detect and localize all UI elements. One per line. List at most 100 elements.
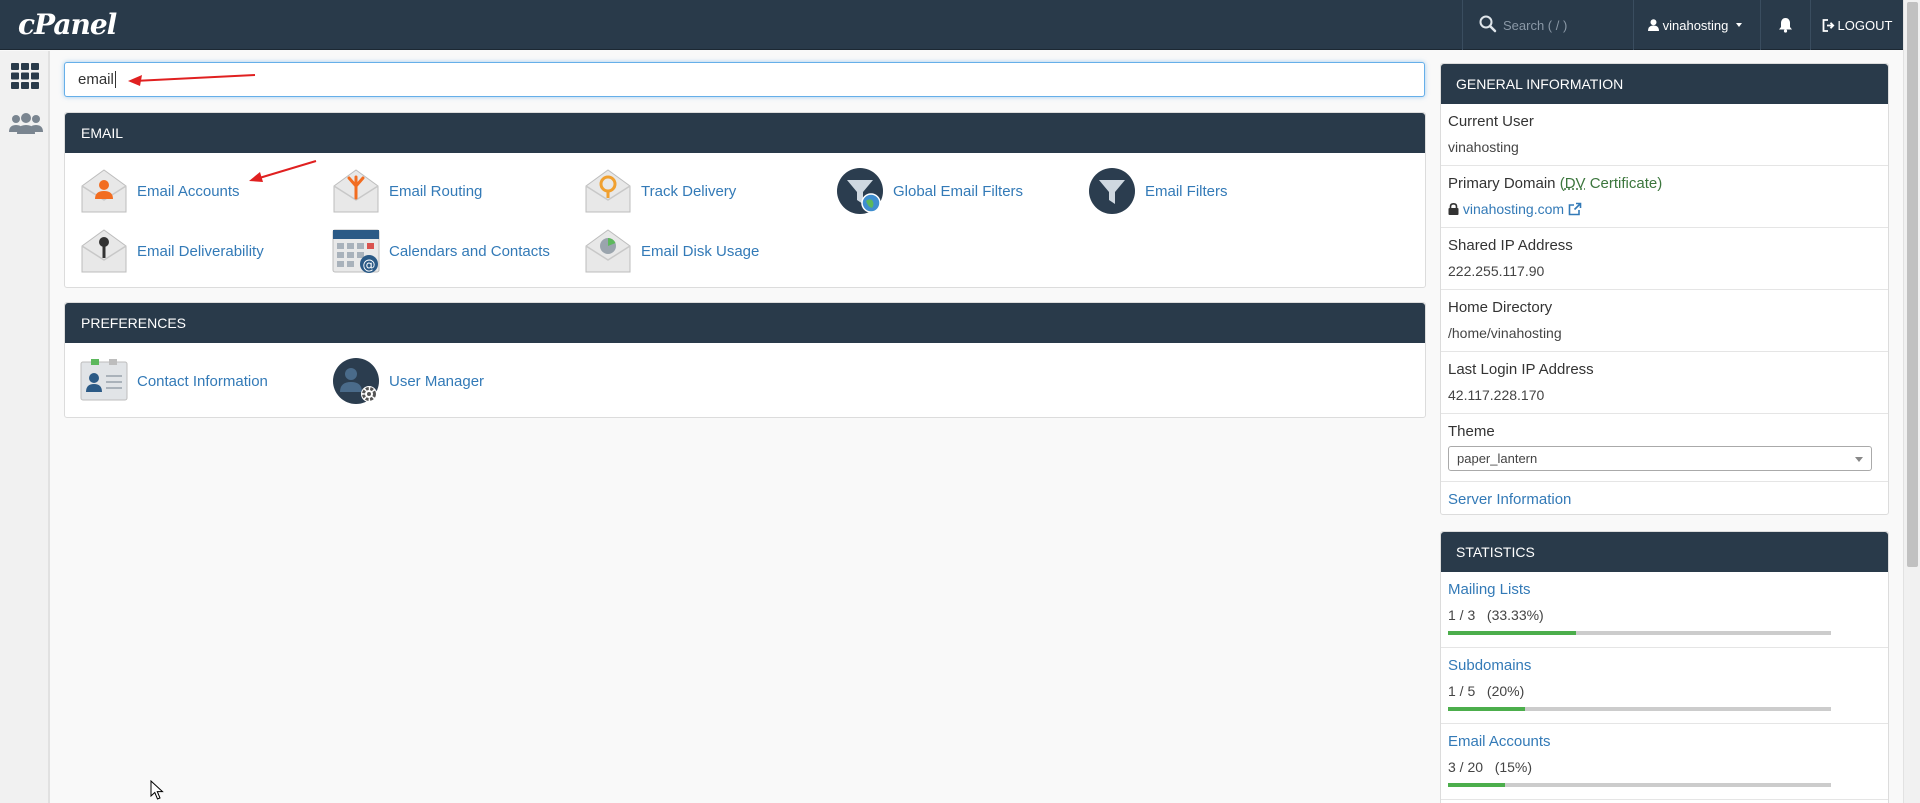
- last-login-label: Last Login IP Address: [1448, 361, 1594, 378]
- general-information-panel: GENERAL INFORMATION Current User vinahos…: [1440, 63, 1889, 515]
- server-information-link[interactable]: Server Information: [1448, 491, 1571, 508]
- track-delivery-label: Track Delivery: [641, 182, 737, 200]
- stat-email-accounts-link[interactable]: Email Accounts: [1448, 732, 1881, 752]
- grid-icon[interactable]: [11, 63, 39, 89]
- last-login-row: Last Login IP Address 42.117.228.170: [1441, 352, 1888, 414]
- page-scrollbar[interactable]: [1903, 0, 1920, 803]
- user-manager-icon: [333, 358, 379, 404]
- left-rail: [0, 51, 50, 803]
- current-user-value: vinahosting: [1448, 139, 1519, 155]
- general-information-title: GENERAL INFORMATION: [1441, 64, 1888, 104]
- stat-subdomains-value: 1 / 5 (20%): [1448, 683, 1525, 699]
- email-panel-title: EMAIL: [65, 113, 1425, 153]
- current-user-label: Current User: [1448, 113, 1534, 130]
- stat-email-accounts-value: 3 / 20 (15%): [1448, 759, 1533, 775]
- primary-domain-label: Primary Domain: [1448, 175, 1556, 192]
- users-icon[interactable]: [9, 112, 43, 134]
- email-deliverability-icon: [81, 229, 127, 273]
- email-accounts-icon: [81, 169, 127, 213]
- email-deliverability-label: Email Deliverability: [137, 242, 264, 260]
- theme-select[interactable]: paper_lantern: [1448, 446, 1872, 471]
- stat-subdomains-bar: [1448, 707, 1831, 711]
- theme-label: Theme: [1448, 423, 1495, 440]
- certificate-badge[interactable]: (DV Certificate): [1560, 175, 1663, 192]
- main-search-input[interactable]: email: [64, 62, 1425, 97]
- select-arrow-icon: [1855, 457, 1863, 462]
- email-accounts-label: Email Accounts: [137, 182, 240, 200]
- primary-domain-row: Primary Domain (DV Certificate) vinahost…: [1441, 166, 1888, 228]
- progress-fill: [1448, 783, 1506, 787]
- stat-row: Subdomains 1 / 5 (20%): [1441, 648, 1888, 724]
- caret-down-icon: [1736, 23, 1743, 27]
- lock-icon: [1448, 202, 1459, 215]
- calendars-contacts-item[interactable]: @ Calendars and Contacts: [331, 226, 550, 276]
- scrollbar-thumb[interactable]: [1907, 2, 1918, 567]
- cpanel-logo[interactable]: cPanel: [18, 8, 117, 41]
- external-link-icon[interactable]: [1568, 202, 1582, 216]
- shared-ip-row: Shared IP Address 222.255.117.90: [1441, 228, 1888, 290]
- shared-ip-value: 222.255.117.90: [1448, 263, 1545, 279]
- text-caret: [114, 71, 116, 88]
- contact-information-item[interactable]: Contact Information: [79, 356, 268, 406]
- stat-subdomains-link[interactable]: Subdomains: [1448, 656, 1881, 676]
- home-directory-value: /home/vinahosting: [1448, 325, 1562, 341]
- svg-text:@: @: [363, 258, 376, 273]
- primary-domain-link[interactable]: vinahosting.com: [1463, 201, 1564, 217]
- home-directory-row: Home Directory /home/vinahosting: [1441, 290, 1888, 352]
- statistics-title: STATISTICS: [1441, 532, 1888, 572]
- current-user-row: Current User vinahosting: [1441, 104, 1888, 166]
- user-manager-label: User Manager: [389, 372, 485, 390]
- email-accounts-item[interactable]: Email Accounts: [79, 166, 240, 216]
- annotation-arrow: [249, 160, 317, 182]
- email-routing-item[interactable]: Email Routing: [331, 166, 482, 216]
- shared-ip-label: Shared IP Address: [1448, 237, 1573, 254]
- search-value: email: [78, 71, 114, 88]
- contact-information-label: Contact Information: [137, 372, 268, 390]
- user-icon: [1647, 19, 1659, 31]
- stat-mailing-lists-bar: [1448, 631, 1831, 635]
- logout-button[interactable]: LOGOUT: [1811, 0, 1903, 50]
- email-disk-usage-label: Email Disk Usage: [641, 242, 760, 260]
- calendars-contacts-label: Calendars and Contacts: [389, 242, 550, 260]
- stat-mailing-lists-value: 1 / 3 (33.33%): [1448, 607, 1544, 623]
- contact-information-icon: [80, 359, 128, 401]
- last-login-value: 42.117.228.170: [1448, 387, 1545, 403]
- preferences-panel-title: PREFERENCES: [65, 303, 1425, 343]
- theme-value: paper_lantern: [1457, 451, 1538, 466]
- stat-mailing-lists-link[interactable]: Mailing Lists: [1448, 580, 1881, 600]
- mouse-cursor-icon: [150, 780, 164, 800]
- stat-row: Email Accounts 3 / 20 (15%): [1441, 724, 1888, 800]
- email-filters-item[interactable]: Email Filters: [1087, 166, 1228, 216]
- logout-label: LOGOUT: [1837, 17, 1893, 33]
- calendars-contacts-icon: @: [332, 229, 380, 273]
- home-directory-label: Home Directory: [1448, 299, 1553, 316]
- email-routing-icon: [333, 169, 379, 213]
- email-disk-usage-item[interactable]: Email Disk Usage: [583, 226, 759, 276]
- track-delivery-item[interactable]: Track Delivery: [583, 166, 736, 216]
- logout-icon: [1822, 18, 1835, 32]
- user-menu[interactable]: vinahosting: [1633, 0, 1761, 50]
- email-deliverability-item[interactable]: Email Deliverability: [79, 226, 264, 276]
- preferences-panel: PREFERENCES Contact Information User Man…: [64, 302, 1426, 418]
- user-manager-item[interactable]: User Manager: [331, 356, 484, 406]
- global-email-filters-label: Global Email Filters: [893, 182, 1024, 200]
- email-disk-usage-icon: [585, 229, 631, 273]
- global-email-filters-icon: [837, 168, 883, 214]
- search-icon: [1479, 15, 1497, 33]
- global-email-filters-item[interactable]: Global Email Filters: [835, 166, 1023, 216]
- theme-row: Theme paper_lantern: [1441, 414, 1888, 482]
- email-routing-label: Email Routing: [389, 182, 483, 200]
- top-search[interactable]: [1462, 0, 1633, 50]
- stat-row: Mailing Lists 1 / 3 (33.33%): [1441, 572, 1888, 648]
- track-delivery-icon: [585, 169, 631, 213]
- notifications-button[interactable]: [1761, 0, 1811, 50]
- email-filters-icon: [1089, 168, 1135, 214]
- progress-fill: [1448, 707, 1525, 711]
- bell-icon: [1779, 18, 1792, 33]
- top-bar: cPanel vinahosting LOGOUT: [0, 0, 1903, 50]
- progress-fill: [1448, 631, 1576, 635]
- top-search-input[interactable]: [1503, 12, 1623, 38]
- statistics-panel: STATISTICS Mailing Lists 1 / 3 (33.33%) …: [1440, 531, 1889, 803]
- email-filters-label: Email Filters: [1145, 182, 1228, 200]
- username: vinahosting: [1662, 17, 1729, 33]
